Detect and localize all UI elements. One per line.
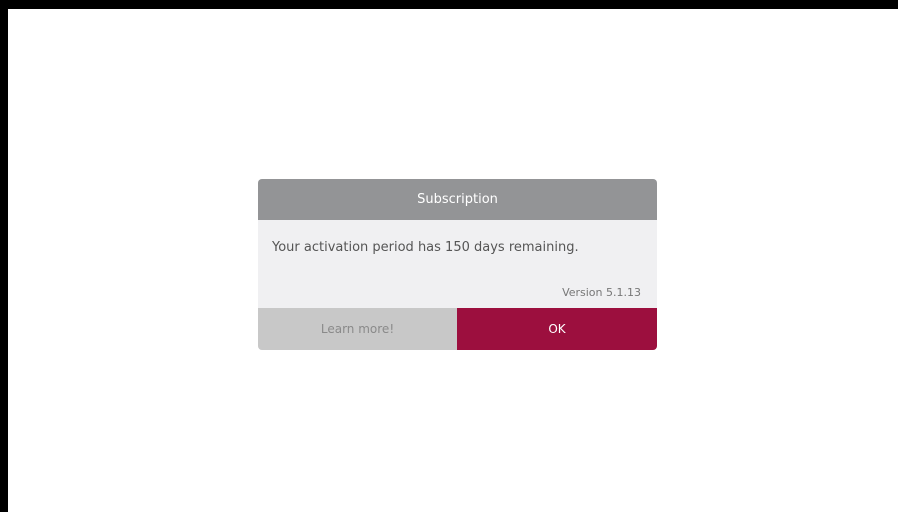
- subscription-dialog: Subscription Your activation period has …: [258, 179, 657, 350]
- dialog-body: Your activation period has 150 days rema…: [258, 220, 657, 308]
- activation-message: Your activation period has 150 days rema…: [272, 240, 579, 255]
- version-label: Version 5.1.13: [562, 286, 641, 299]
- app-screen: Subscription Your activation period has …: [8, 9, 898, 512]
- ok-button[interactable]: OK: [457, 308, 657, 350]
- dialog-title: Subscription: [417, 192, 498, 207]
- dialog-header: Subscription: [258, 179, 657, 220]
- learn-more-button[interactable]: Learn more!: [258, 308, 457, 350]
- dialog-button-bar: Learn more! OK: [258, 308, 657, 350]
